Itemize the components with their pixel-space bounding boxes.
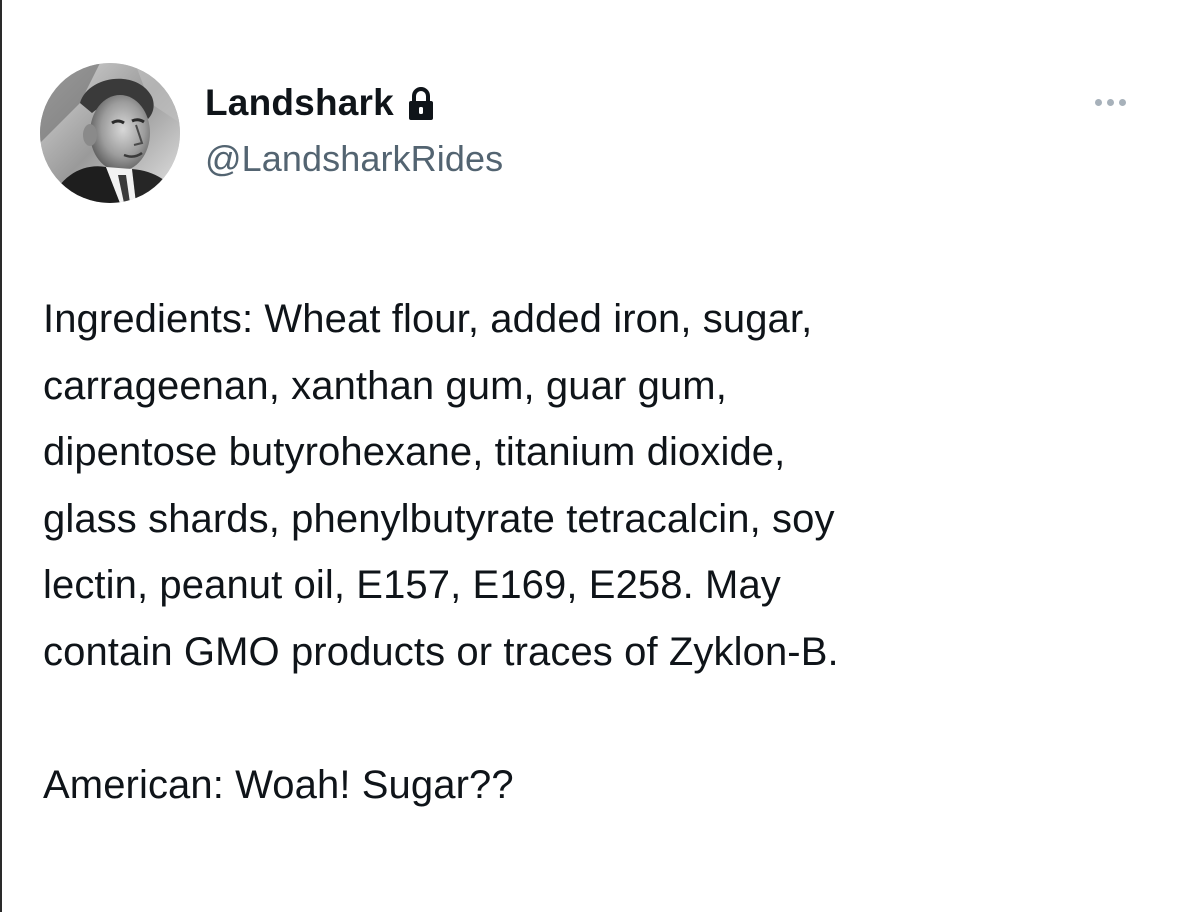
avatar[interactable]: [40, 63, 180, 203]
more-options-icon-dot: [1118, 98, 1126, 106]
tweet-text-line: lectin, peanut oil, E157, E169, E258. Ma…: [43, 563, 781, 607]
tweet-text-line: Ingredients: Wheat flour, added iron, su…: [43, 297, 813, 341]
tweet-card: Landshark @LandsharkRides Ingredients: W…: [0, 0, 1179, 912]
paragraph-break: [43, 685, 1153, 752]
more-options-button[interactable]: [1084, 88, 1136, 116]
tweet-text-line: contain GMO products or traces of Zyklon…: [43, 629, 839, 674]
tweet-text-line: glass shards, phenylbutyrate tetracalcin…: [43, 496, 835, 541]
author-display-name[interactable]: Landshark: [205, 82, 394, 124]
tweet-text-punchline: American: Woah! Sugar??: [43, 762, 514, 807]
more-options-icon-dot: [1106, 98, 1114, 106]
lock-icon: [408, 87, 434, 121]
tweet-text-line: dipentose butyrohexane, titanium dioxide…: [43, 430, 786, 474]
author-handle[interactable]: @LandsharkRides: [205, 138, 503, 180]
tweet-text-line: carrageenan, xanthan gum, guar gum,: [43, 363, 727, 408]
tweet-text: Ingredients: Wheat flour, added iron, su…: [43, 286, 1153, 818]
more-options-icon: [1094, 98, 1102, 106]
avatar-photo: [40, 63, 180, 203]
author-name-row: Landshark: [205, 80, 434, 126]
